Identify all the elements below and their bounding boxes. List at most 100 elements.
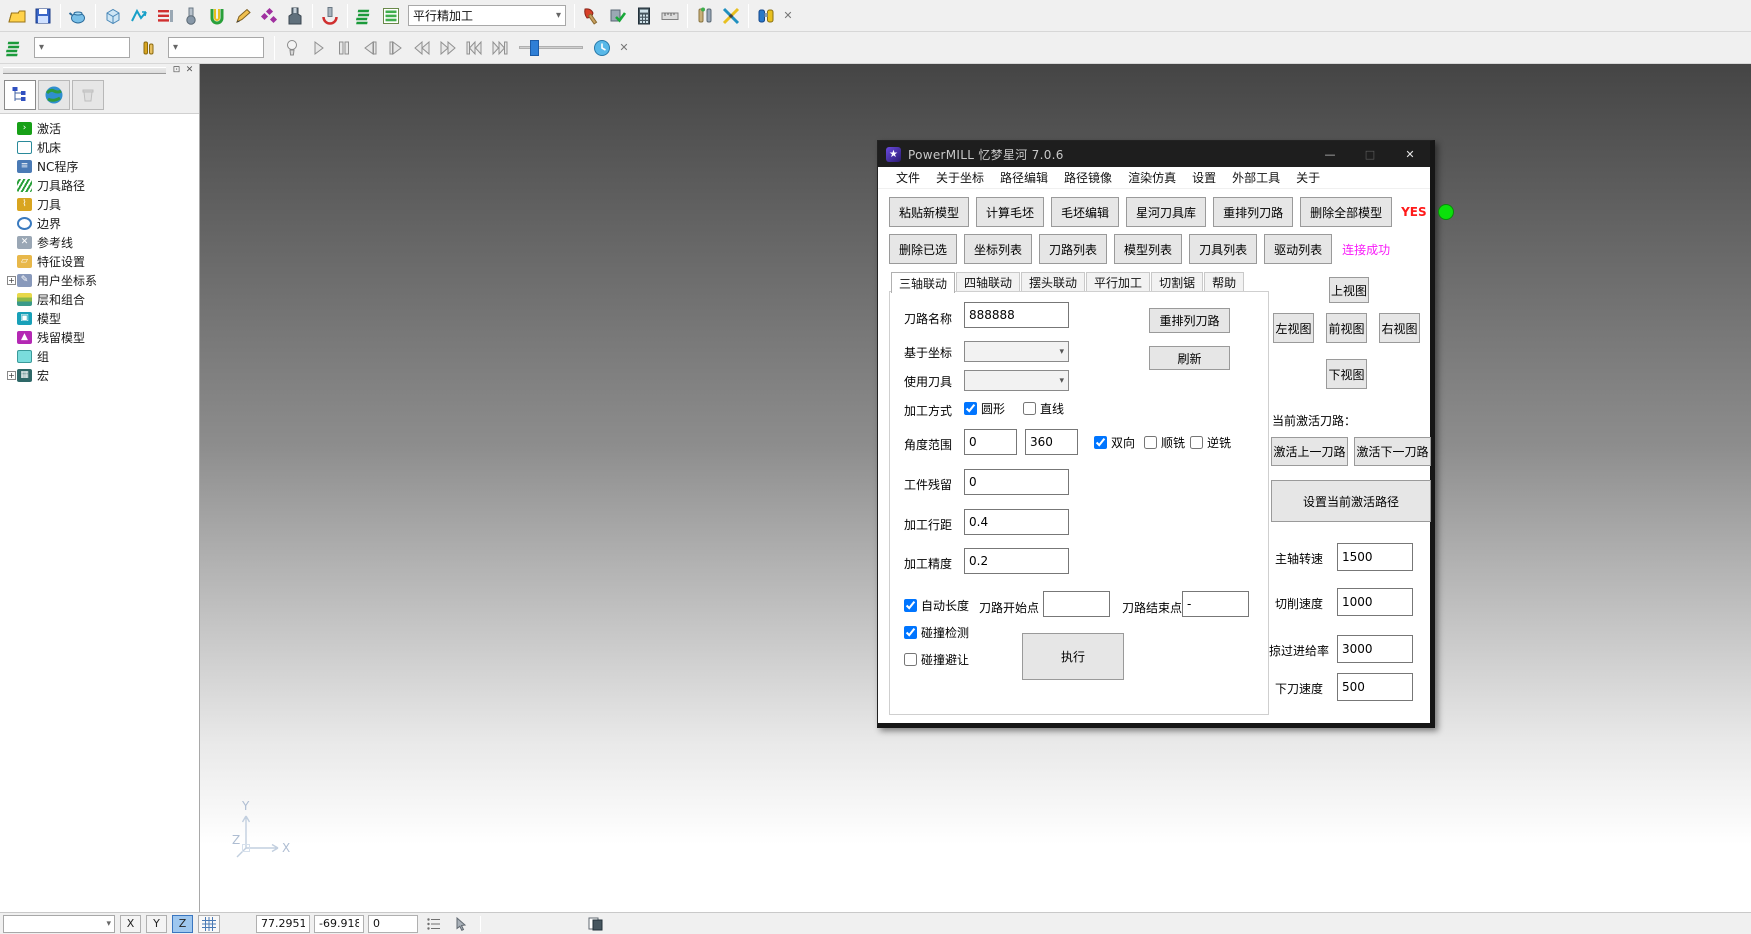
conventional-checkbox[interactable]: 逆铣 — [1190, 434, 1231, 451]
delete-all-models-button[interactable]: 删除全部模型 — [1300, 197, 1392, 227]
close-icon[interactable]: ✕ — [779, 7, 797, 25]
tab-saw[interactable]: 切割锯 — [1151, 272, 1203, 292]
tree-item-models[interactable]: ▣模型 — [6, 309, 199, 328]
view-bottom-button[interactable]: 下视图 — [1326, 359, 1367, 389]
tool-list-button[interactable]: 刀具列表 — [1189, 234, 1257, 264]
tree-item-boundaries[interactable]: 边界 — [6, 214, 199, 233]
menu-about-coords[interactable]: 关于坐标 — [928, 169, 992, 186]
tab-head-swing[interactable]: 摆头联动 — [1021, 272, 1085, 292]
axis-y-button[interactable]: Y — [146, 915, 167, 933]
pointer-icon[interactable] — [450, 915, 472, 933]
toolpath-name-field[interactable] — [964, 302, 1069, 328]
strategy-list-icon[interactable] — [378, 3, 404, 29]
draft-pencil-icon[interactable] — [230, 3, 256, 29]
toolpath-list-button[interactable]: 刀路列表 — [1039, 234, 1107, 264]
plunge-feed-field[interactable] — [1337, 673, 1413, 701]
tree-item-groups[interactable]: 组 — [6, 347, 199, 366]
pause-icon[interactable] — [331, 35, 357, 61]
axis-x-button[interactable]: X — [120, 915, 141, 933]
cursor-y-field[interactable] — [314, 915, 364, 933]
angle-to-field[interactable] — [1025, 429, 1078, 455]
tree-item-workplanes[interactable]: +✎用户坐标系 — [6, 271, 199, 290]
toolpath-create-icon[interactable] — [126, 3, 152, 29]
menu-settings[interactable]: 设置 — [1184, 169, 1224, 186]
leads-links-icon[interactable] — [204, 3, 230, 29]
tool-holder-icon[interactable] — [282, 3, 308, 29]
list-options-icon[interactable] — [423, 915, 445, 933]
close-icon[interactable]: ✕ — [1390, 141, 1430, 167]
stock-remain-field[interactable] — [964, 469, 1069, 495]
start-point-field[interactable] — [1043, 591, 1110, 617]
stepover-field[interactable] — [964, 509, 1069, 535]
toolpath-combobox[interactable]: ▾ — [34, 37, 130, 58]
go-end-icon[interactable] — [487, 35, 513, 61]
calculator-icon[interactable] — [631, 3, 657, 29]
activate-next-button[interactable]: 激活下一刀路 — [1354, 437, 1431, 466]
cursor-z-field[interactable] — [368, 915, 418, 933]
menu-file[interactable]: 文件 — [888, 169, 928, 186]
tolerance-field[interactable] — [964, 548, 1069, 574]
step-back-icon[interactable] — [357, 35, 383, 61]
paste-new-model-button[interactable]: 粘贴新模型 — [889, 197, 969, 227]
tree-item-stock-models[interactable]: ▲残留模型 — [6, 328, 199, 347]
rearrange-button[interactable]: 重排列刀路 — [1149, 308, 1230, 333]
pattern-points-icon[interactable] — [256, 3, 282, 29]
compute-stock-button[interactable]: 计算毛坯 — [976, 197, 1044, 227]
strategy-combobox[interactable]: 平行精加工 ▾ — [408, 5, 566, 26]
delete-selected-button[interactable]: 删除已选 — [889, 234, 957, 264]
rearrange-toolpaths-button[interactable]: 重排列刀路 — [1213, 197, 1293, 227]
collision-check-checkbox[interactable]: 碰撞检测 — [904, 624, 969, 641]
tool-combobox[interactable]: ▾ — [168, 37, 264, 58]
axis-z-button[interactable]: Z — [172, 915, 193, 933]
use-tool-dropdown[interactable]: ▾ — [964, 370, 1069, 391]
close-icon[interactable]: ✕ — [615, 39, 633, 57]
based-coord-dropdown[interactable]: ▾ — [964, 341, 1069, 362]
ball-tool-icon[interactable] — [178, 3, 204, 29]
circular-checkbox[interactable]: 圆形 — [964, 400, 1005, 417]
tab-explorer-tree[interactable] — [4, 80, 36, 110]
viewport[interactable]: Y X Z ★ PowerMILL 忆梦星河 7.0.6 — □ ✕ 文件 关于… — [200, 64, 1751, 912]
tab-recycle-bin[interactable] — [72, 80, 104, 110]
tree-item-feature-sets[interactable]: ▱特征设置 — [6, 252, 199, 271]
tree-item-patterns[interactable]: ✕参考线 — [6, 233, 199, 252]
render-teapot-icon[interactable] — [65, 3, 91, 29]
ruler-icon[interactable] — [657, 3, 683, 29]
dock-gripper[interactable] — [3, 67, 166, 74]
tool-library-button[interactable]: 星河刀具库 — [1126, 197, 1206, 227]
stock-edit-button[interactable]: 毛坯编辑 — [1051, 197, 1119, 227]
drive-list-button[interactable]: 驱动列表 — [1264, 234, 1332, 264]
spindle-field[interactable] — [1337, 543, 1413, 571]
stock-icon[interactable] — [152, 3, 178, 29]
status-combobox[interactable]: ▾ — [3, 915, 115, 933]
climb-checkbox[interactable]: 顺铣 — [1144, 434, 1185, 451]
go-start-icon[interactable] — [461, 35, 487, 61]
toolpath-icon[interactable] — [2, 35, 28, 61]
clock-icon[interactable] — [589, 35, 615, 61]
tool-icon[interactable] — [136, 35, 162, 61]
auto-length-checkbox[interactable]: 自动长度 — [904, 597, 969, 614]
tab-globe[interactable] — [38, 80, 70, 110]
activate-prev-button[interactable]: 激活上一刀路 — [1271, 437, 1348, 466]
verify-check-icon[interactable] — [605, 3, 631, 29]
axe-icon[interactable] — [579, 3, 605, 29]
tree-item-tools[interactable]: ⌇刀具 — [6, 195, 199, 214]
toolpath-icon[interactable] — [352, 3, 378, 29]
maximize-icon[interactable]: □ — [1350, 141, 1390, 167]
cursor-x-field[interactable] — [256, 915, 310, 933]
step-forward-icon[interactable] — [383, 35, 409, 61]
tab-help[interactable]: 帮助 — [1204, 272, 1244, 292]
coord-list-button[interactable]: 坐标列表 — [964, 234, 1032, 264]
view-right-button[interactable]: 右视图 — [1379, 313, 1420, 343]
set-active-path-button[interactable]: 设置当前激活路径 — [1271, 480, 1431, 522]
tree-item-nc-programs[interactable]: ≡NC程序 — [6, 157, 199, 176]
refresh-button[interactable]: 刷新 — [1149, 346, 1230, 370]
menu-about[interactable]: 关于 — [1288, 169, 1328, 186]
tree-item-levels-sets[interactable]: 层和组合 — [6, 290, 199, 309]
collision-avoid-checkbox[interactable]: 碰撞避让 — [904, 651, 969, 668]
menu-external-tools[interactable]: 外部工具 — [1224, 169, 1288, 186]
cutting-feed-field[interactable] — [1337, 588, 1413, 616]
angle-from-field[interactable] — [964, 429, 1017, 455]
tab-3axis[interactable]: 三轴联动 — [891, 272, 955, 293]
slider-handle[interactable] — [530, 40, 539, 56]
tree-item-macros[interactable]: +▦宏 — [6, 366, 199, 385]
